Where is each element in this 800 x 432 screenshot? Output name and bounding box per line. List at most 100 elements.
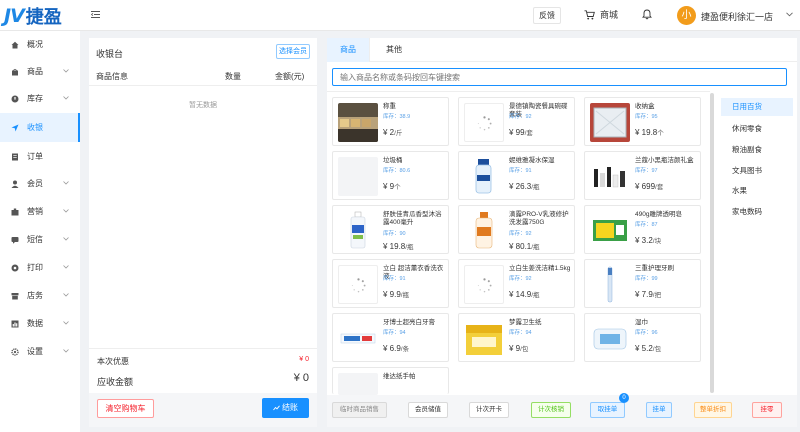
sidebar-item-orders[interactable]: 订单 xyxy=(0,143,80,170)
sidebar-item-label: 会员 xyxy=(27,179,43,188)
product-price: ¥ 699/套 xyxy=(635,181,663,191)
data-icon xyxy=(11,320,19,327)
product-name: 称重 xyxy=(383,103,396,110)
whole-discount-button[interactable]: 整单折扣 xyxy=(694,402,732,418)
temp-sale-button[interactable]: 临时商品销售 xyxy=(332,402,387,418)
store-name[interactable]: 捷盈便利徐汇一店 xyxy=(701,10,773,23)
times-card-button[interactable]: 计次开卡 xyxy=(469,402,509,418)
product-card[interactable]: 垃圾桶 库存：80.6 ¥ 9个 xyxy=(332,151,449,200)
sidebar-item-data[interactable]: 数据 xyxy=(0,310,80,337)
category-electronics[interactable]: 家电数码 xyxy=(721,203,793,221)
stock-icon xyxy=(11,95,19,102)
gear-icon xyxy=(11,347,19,356)
product-search-input[interactable] xyxy=(332,68,787,86)
products-panel: 商品 其他 称重 库存：38.9 ¥ 2/斤 景德镇陶瓷餐具碗碟套装 库存：92… xyxy=(327,38,797,427)
sidebar-item-overview[interactable]: 概况 xyxy=(0,31,80,58)
product-name: 490g雕牌透明皂 xyxy=(635,211,682,218)
product-card[interactable]: 滴露PRO-V乳液修护洗发露750G 库存：92 ¥ 80.1/瓶 xyxy=(458,205,575,254)
sidebar-item-cashier[interactable]: 收银 xyxy=(0,113,80,142)
sidebar-item-stock[interactable]: 库存 xyxy=(0,85,80,112)
product-image xyxy=(338,103,378,142)
loading-spinner-icon xyxy=(351,278,366,293)
product-image xyxy=(590,211,630,250)
product-card[interactable]: 收纳盒 库存：95 ¥ 19.8个 xyxy=(584,97,701,146)
sidebar-item-sms[interactable]: 短信 xyxy=(0,226,80,253)
logo[interactable]: JV 捷盈 xyxy=(4,5,62,28)
product-image-loading xyxy=(464,265,504,304)
mall-link[interactable]: 商城 xyxy=(584,8,618,21)
product-image xyxy=(590,265,630,304)
product-stock: 库存：87 xyxy=(635,222,658,228)
price-value: ¥ 19.8 xyxy=(635,128,658,137)
category-fruit[interactable]: 水果 xyxy=(721,182,793,200)
bell-icon[interactable] xyxy=(642,9,652,20)
price-unit: /瓶 xyxy=(531,292,540,299)
product-image-placeholder xyxy=(338,373,378,395)
checkout-button[interactable]: 结账 xyxy=(262,398,309,418)
product-price: ¥ 7.9/把 xyxy=(635,289,661,299)
price-unit: /瓶 xyxy=(531,184,540,191)
price-value: ¥ 99 xyxy=(509,128,525,137)
tab-goods[interactable]: 商品 xyxy=(327,38,370,62)
sidebar-item-label: 数据 xyxy=(27,319,43,328)
member-recharge-button[interactable]: 会员储值 xyxy=(408,402,448,418)
product-price: ¥ 14.9/瓶 xyxy=(509,289,540,299)
product-name: 牙博士超亮白牙膏 xyxy=(383,319,435,326)
store-icon xyxy=(11,292,19,299)
category-daily-goods[interactable]: 日用百货 xyxy=(721,98,793,116)
products-footer: 临时商品销售 会员储值 计次开卡 计次核销 取挂单 0 挂单 整单折扣 挂零 xyxy=(327,393,797,427)
print-icon xyxy=(11,264,19,271)
sidebar-item-settings[interactable]: 设置 xyxy=(0,338,80,365)
collapse-menu-icon[interactable] xyxy=(91,10,100,19)
avatar[interactable]: 小 xyxy=(677,6,696,25)
pay-icon xyxy=(273,405,280,411)
price-value: ¥ 9 xyxy=(383,182,395,191)
cashier-icon xyxy=(11,124,19,131)
product-grid: 称重 库存：38.9 ¥ 2/斤 景德镇陶瓷餐具碗碟套装 库存：92 ¥ 99/… xyxy=(327,91,710,395)
chevron-down-icon xyxy=(63,349,69,353)
product-price: ¥ 9/包 xyxy=(509,343,528,353)
category-stationery[interactable]: 文具图书 xyxy=(721,162,793,180)
product-stock: 库存：91 xyxy=(509,168,532,174)
sidebar-item-print[interactable]: 打印 xyxy=(0,254,80,281)
product-grid-scrollbar[interactable] xyxy=(710,93,714,393)
price-unit: /条 xyxy=(400,346,410,353)
product-card[interactable]: 景德镇陶瓷餐具碗碟套装 库存：92 ¥ 99/套 xyxy=(458,97,575,146)
product-card[interactable]: 梦露卫生纸 库存：94 ¥ 9/包 xyxy=(458,313,575,362)
product-card[interactable]: 牙博士超亮白牙膏 库存：94 ¥ 6.9/条 xyxy=(332,313,449,362)
col-amount: 金额(元) xyxy=(275,72,305,81)
product-card[interactable]: 湿巾 库存：96 ¥ 5.2/包 xyxy=(584,313,701,362)
product-card[interactable]: 立白生姜洗洁精1.5kg 库存：92 ¥ 14.9/瓶 xyxy=(458,259,575,308)
category-grain-oil[interactable]: 粮油副食 xyxy=(721,141,793,159)
product-name: 梦露卫生纸 xyxy=(509,319,542,326)
category-snacks[interactable]: 休闲零食 xyxy=(721,120,793,138)
times-verify-button[interactable]: 计次核销 xyxy=(531,402,571,418)
sidebar-item-label: 概况 xyxy=(27,40,43,49)
product-card[interactable]: 舒肤佳青瓜香型沐浴露400毫升 库存：90 ¥ 19.8/瓶 xyxy=(332,205,449,254)
choose-member-button[interactable]: 选择会员 xyxy=(276,44,310,59)
chevron-down-icon xyxy=(63,293,69,297)
sidebar-item-label: 订单 xyxy=(27,152,43,161)
product-card[interactable]: 三重护理牙刷 库存：99 ¥ 7.9/把 xyxy=(584,259,701,308)
sidebar-item-members[interactable]: 会员 xyxy=(0,170,80,197)
product-card[interactable]: 维达纸手帕 xyxy=(332,367,449,395)
clear-cart-button[interactable]: 清空购物车 xyxy=(97,399,154,418)
product-card[interactable]: 兰蔻小黑瓶洁颜礼盒 库存：97 ¥ 699/套 xyxy=(584,151,701,200)
product-name: 收纳盒 xyxy=(635,103,655,110)
product-card[interactable]: 称重 库存：38.9 ¥ 2/斤 xyxy=(332,97,449,146)
sidebar-item-store[interactable]: 店务 xyxy=(0,282,80,309)
chevron-down-icon[interactable] xyxy=(786,12,793,17)
feedback-button[interactable]: 反馈 xyxy=(533,7,561,24)
sidebar-item-marketing[interactable]: 营销 xyxy=(0,198,80,225)
product-card[interactable]: 妮维雅凝水保湿 库存：91 ¥ 26.3/瓶 xyxy=(458,151,575,200)
product-price: ¥ 9.9/瓶 xyxy=(383,289,409,299)
product-name: 维达纸手帕 xyxy=(383,373,416,380)
product-card[interactable]: 490g雕牌透明皂 库存：87 ¥ 3.2/块 xyxy=(584,205,701,254)
hang-invoice-button[interactable]: 挂零 xyxy=(752,402,782,418)
product-card[interactable]: 立白 超洁薰衣香洗衣液 库存：91 ¥ 9.9/瓶 xyxy=(332,259,449,308)
fetch-hang-order-button[interactable]: 取挂单 xyxy=(590,402,625,418)
sidebar-item-goods[interactable]: 商品 xyxy=(0,58,80,85)
cashier-footer: 清空购物车 结账 xyxy=(89,393,317,427)
hang-order-button[interactable]: 挂单 xyxy=(646,402,672,418)
tab-other[interactable]: 其他 xyxy=(370,38,418,62)
